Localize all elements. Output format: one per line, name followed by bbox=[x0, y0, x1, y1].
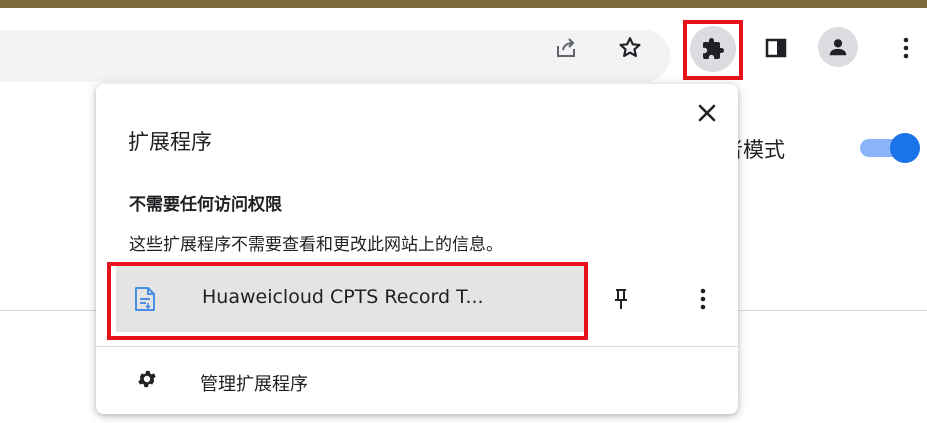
share-icon[interactable] bbox=[546, 28, 586, 68]
toggle-knob bbox=[890, 133, 920, 163]
close-icon[interactable] bbox=[692, 98, 722, 128]
developer-mode-toggle[interactable] bbox=[860, 132, 920, 163]
more-vertical-icon[interactable] bbox=[886, 28, 926, 68]
extension-row-highlight bbox=[107, 262, 588, 340]
window-top-border bbox=[0, 0, 927, 8]
extensions-popup: 扩展程序 不需要任何访问权限 这些扩展程序不需要查看和更改此网站上的信息。 Hu… bbox=[96, 84, 738, 414]
profile-avatar-icon[interactable] bbox=[818, 27, 858, 67]
pin-icon[interactable] bbox=[606, 282, 636, 316]
bookmark-star-icon[interactable] bbox=[610, 28, 650, 68]
extension-more-icon[interactable] bbox=[688, 282, 718, 316]
manage-extensions-item[interactable]: 管理扩展程序 bbox=[96, 354, 738, 410]
popup-title: 扩展程序 bbox=[128, 130, 212, 154]
page-divider bbox=[0, 310, 96, 311]
section-description: 这些扩展程序不需要查看和更改此网站上的信息。 bbox=[129, 235, 503, 255]
manage-extensions-label: 管理扩展程序 bbox=[200, 374, 308, 395]
popup-divider bbox=[96, 346, 738, 347]
section-heading: 不需要任何访问权限 bbox=[129, 195, 282, 215]
extensions-button-highlight bbox=[683, 20, 743, 80]
side-panel-icon[interactable] bbox=[756, 28, 796, 68]
gear-icon bbox=[136, 368, 158, 390]
page-divider bbox=[738, 310, 927, 311]
